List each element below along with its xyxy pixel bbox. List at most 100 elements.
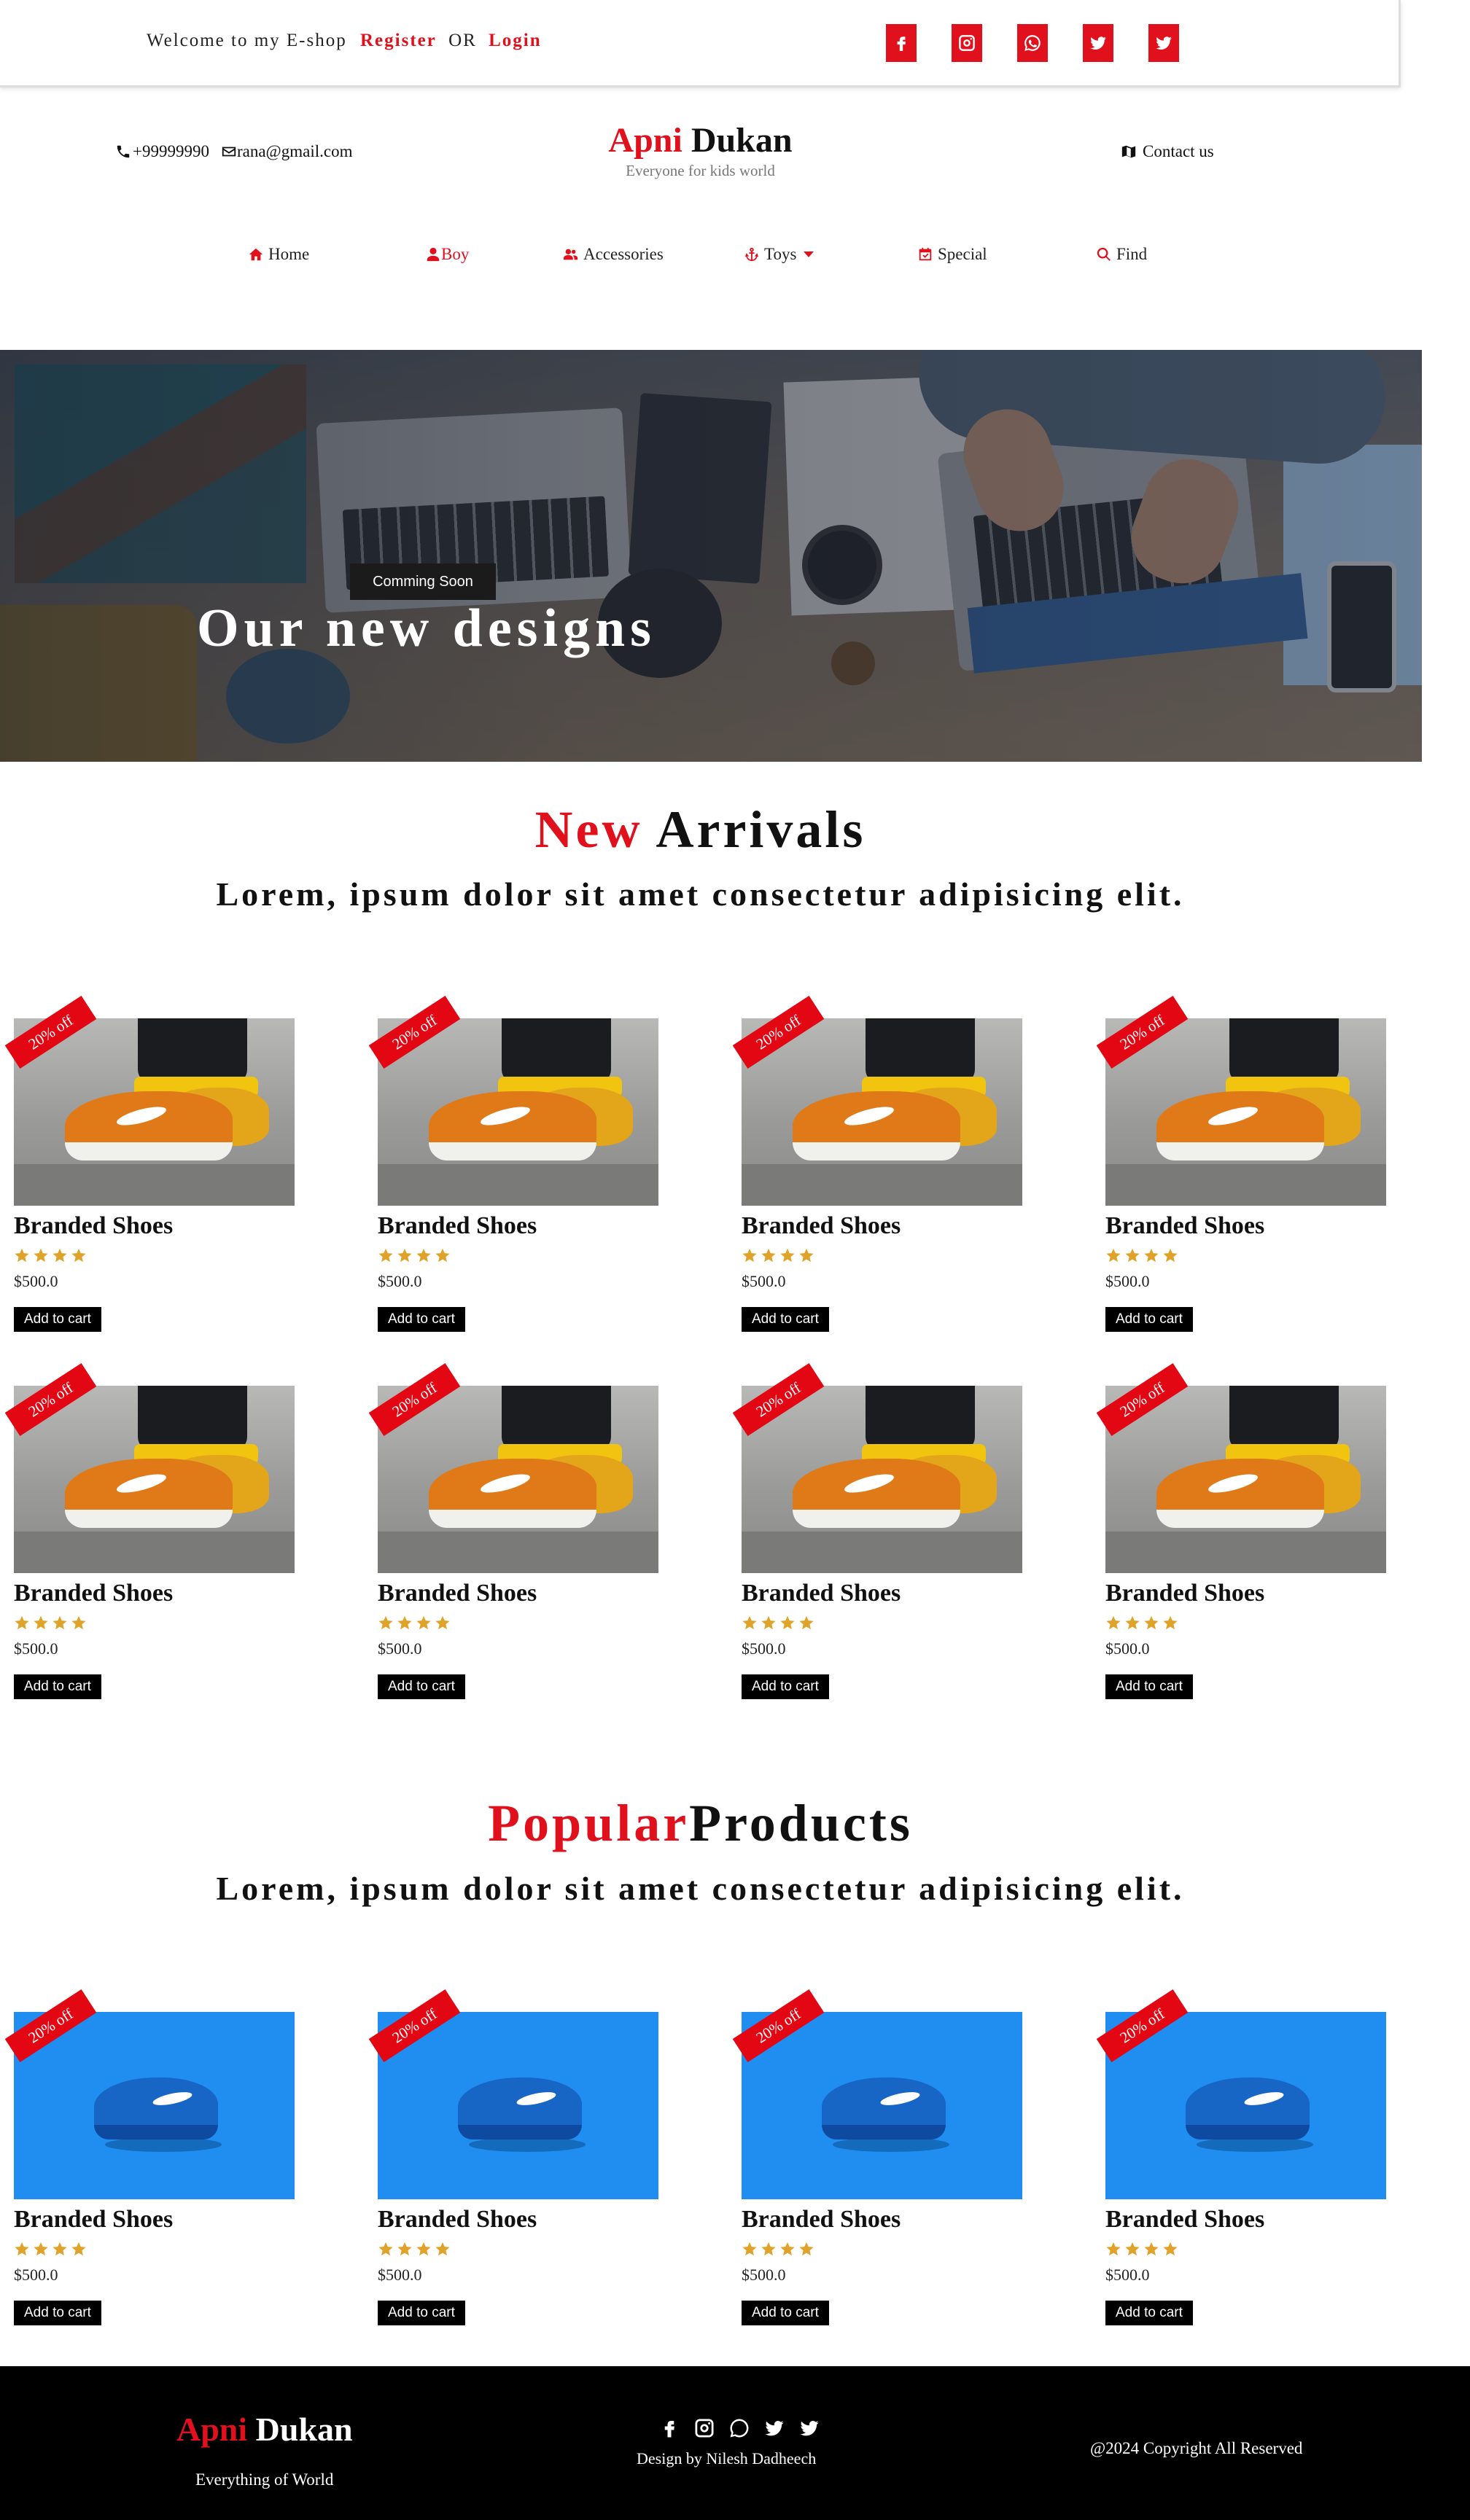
product-card[interactable]: 20% off Branded Shoes $500.0 Add to cart [1096,1989,1386,2325]
product-title[interactable]: Branded Shoes [378,1580,658,1607]
register-link[interactable]: Register [360,31,437,50]
footer-brand-second: Dukan [255,2411,353,2448]
nav-find[interactable]: Find [1096,245,1147,264]
product-image[interactable] [14,2012,295,2199]
product-title[interactable]: Branded Shoes [1105,1212,1386,1240]
twitter-icon [1156,36,1172,50]
star-icon [761,1615,776,1630]
add-to-cart-button[interactable]: Add to cart [1105,1674,1193,1699]
star-icon [71,1248,86,1263]
add-to-cart-button[interactable]: Add to cart [742,2301,829,2325]
star-icon [1144,1248,1159,1263]
product-image[interactable] [14,1018,295,1206]
product-title[interactable]: Branded Shoes [14,1212,295,1240]
brand-second-word: Dukan [691,121,793,160]
product-title[interactable]: Branded Shoes [378,1212,658,1240]
product-title[interactable]: Branded Shoes [1105,2206,1386,2234]
star-icon [1163,1615,1178,1630]
product-price: $500.0 [742,1272,786,1290]
product-card[interactable]: 20% off Branded Shoes $500.0 Add to cart [4,1363,295,1699]
nav-toys[interactable]: Toys [744,245,814,264]
add-to-cart-button[interactable]: Add to cart [378,1674,465,1699]
add-to-cart-button[interactable]: Add to cart [378,2301,465,2325]
product-card[interactable]: 20% off Branded Shoes $500.0 Add to cart [1096,996,1386,1332]
product-image[interactable] [1105,1018,1386,1206]
product-image[interactable] [378,2012,658,2199]
product-card[interactable]: 20% off Branded Shoes $500.0 Add to cart [732,1989,1022,2325]
star-icon [397,2242,412,2256]
product-image[interactable] [1105,2012,1386,2199]
product-title[interactable]: Branded Shoes [1105,1580,1386,1607]
product-title[interactable]: Branded Shoes [14,1580,295,1607]
product-image[interactable] [378,1386,658,1573]
star-icon [780,2242,795,2256]
twitter-button-2[interactable] [1148,24,1179,62]
product-card[interactable]: 20% off Branded Shoes $500.0 Add to cart [4,996,295,1332]
nav-boy[interactable]: Boy [425,245,469,264]
product-image[interactable] [742,1018,1022,1206]
star-icon [742,2242,757,2256]
site-footer: Apni Dukan Everything of World Design by… [0,2366,1470,2520]
star-icon [416,1248,431,1263]
add-to-cart-button[interactable]: Add to cart [378,1307,465,1332]
product-rating [742,1247,1022,1263]
or-label: OR [448,31,477,50]
footer-design-credit: Design by Nilesh Dadheech [637,2449,817,2468]
add-to-cart-button[interactable]: Add to cart [742,1674,829,1699]
main-nav: Home Boy Accessories Toys Special Find [0,245,1401,267]
login-link[interactable]: Login [489,31,542,50]
footer-brand[interactable]: Apni Dukan [176,2410,353,2449]
product-image[interactable] [14,1386,295,1573]
product-title[interactable]: Branded Shoes [742,2206,1022,2234]
product-card[interactable]: 20% off Branded Shoes $500.0 Add to cart [732,1363,1022,1699]
product-card[interactable]: 20% off Branded Shoes $500.0 Add to cart [368,996,658,1332]
star-icon [780,1615,795,1630]
product-image[interactable] [378,1018,658,1206]
product-image[interactable] [1105,1386,1386,1573]
instagram-button[interactable] [952,24,982,62]
twitter-icon[interactable] [763,2417,785,2439]
add-to-cart-button[interactable]: Add to cart [14,2301,101,2325]
product-title[interactable]: Branded Shoes [742,1580,1022,1607]
product-title[interactable]: Branded Shoes [742,1212,1022,1240]
product-card[interactable]: 20% off Branded Shoes $500.0 Add to cart [368,1363,658,1699]
twitter-button[interactable] [1083,24,1113,62]
instagram-icon[interactable] [693,2417,715,2439]
chevron-down-icon [804,251,814,257]
product-card[interactable]: 20% off Branded Shoes $500.0 Add to cart [4,1989,295,2325]
product-card[interactable]: 20% off Branded Shoes $500.0 Add to cart [1096,1363,1386,1699]
product-title[interactable]: Branded Shoes [14,2206,295,2234]
product-title[interactable]: Branded Shoes [378,2206,658,2234]
facebook-icon[interactable] [658,2417,680,2439]
star-icon [397,1248,412,1263]
nav-accessories[interactable]: Accessories [563,245,664,264]
product-rating [1105,1247,1386,1263]
product-image[interactable] [742,1386,1022,1573]
nav-home[interactable]: Home [248,245,309,264]
product-price: $500.0 [1105,1639,1150,1658]
new-arrivals-title-accent: New [534,800,643,859]
product-price: $500.0 [378,1639,422,1658]
nav-find-label: Find [1116,245,1148,263]
contact-us-link[interactable]: Contact us [1121,142,1214,161]
nav-boy-label: Boy [441,245,470,263]
product-price: $500.0 [1105,2266,1150,2284]
product-card[interactable]: 20% off Branded Shoes $500.0 Add to cart [732,996,1022,1332]
product-price: $500.0 [378,2266,422,2284]
nav-special[interactable]: Special [917,245,987,264]
add-to-cart-button[interactable]: Add to cart [14,1674,101,1699]
facebook-button[interactable] [886,24,917,62]
product-rating [378,1247,658,1263]
star-icon [15,2242,29,2256]
product-card[interactable]: 20% off Branded Shoes $500.0 Add to cart [368,1989,658,2325]
add-to-cart-button[interactable]: Add to cart [1105,1307,1193,1332]
add-to-cart-button[interactable]: Add to cart [742,1307,829,1332]
whatsapp-icon[interactable] [728,2417,750,2439]
add-to-cart-button[interactable]: Add to cart [14,1307,101,1332]
add-to-cart-button[interactable]: Add to cart [1105,2301,1193,2325]
whatsapp-button[interactable] [1017,24,1048,62]
anchor-icon [744,247,759,262]
twitter-icon[interactable] [798,2417,820,2439]
star-icon [435,1615,450,1630]
product-image[interactable] [742,2012,1022,2199]
